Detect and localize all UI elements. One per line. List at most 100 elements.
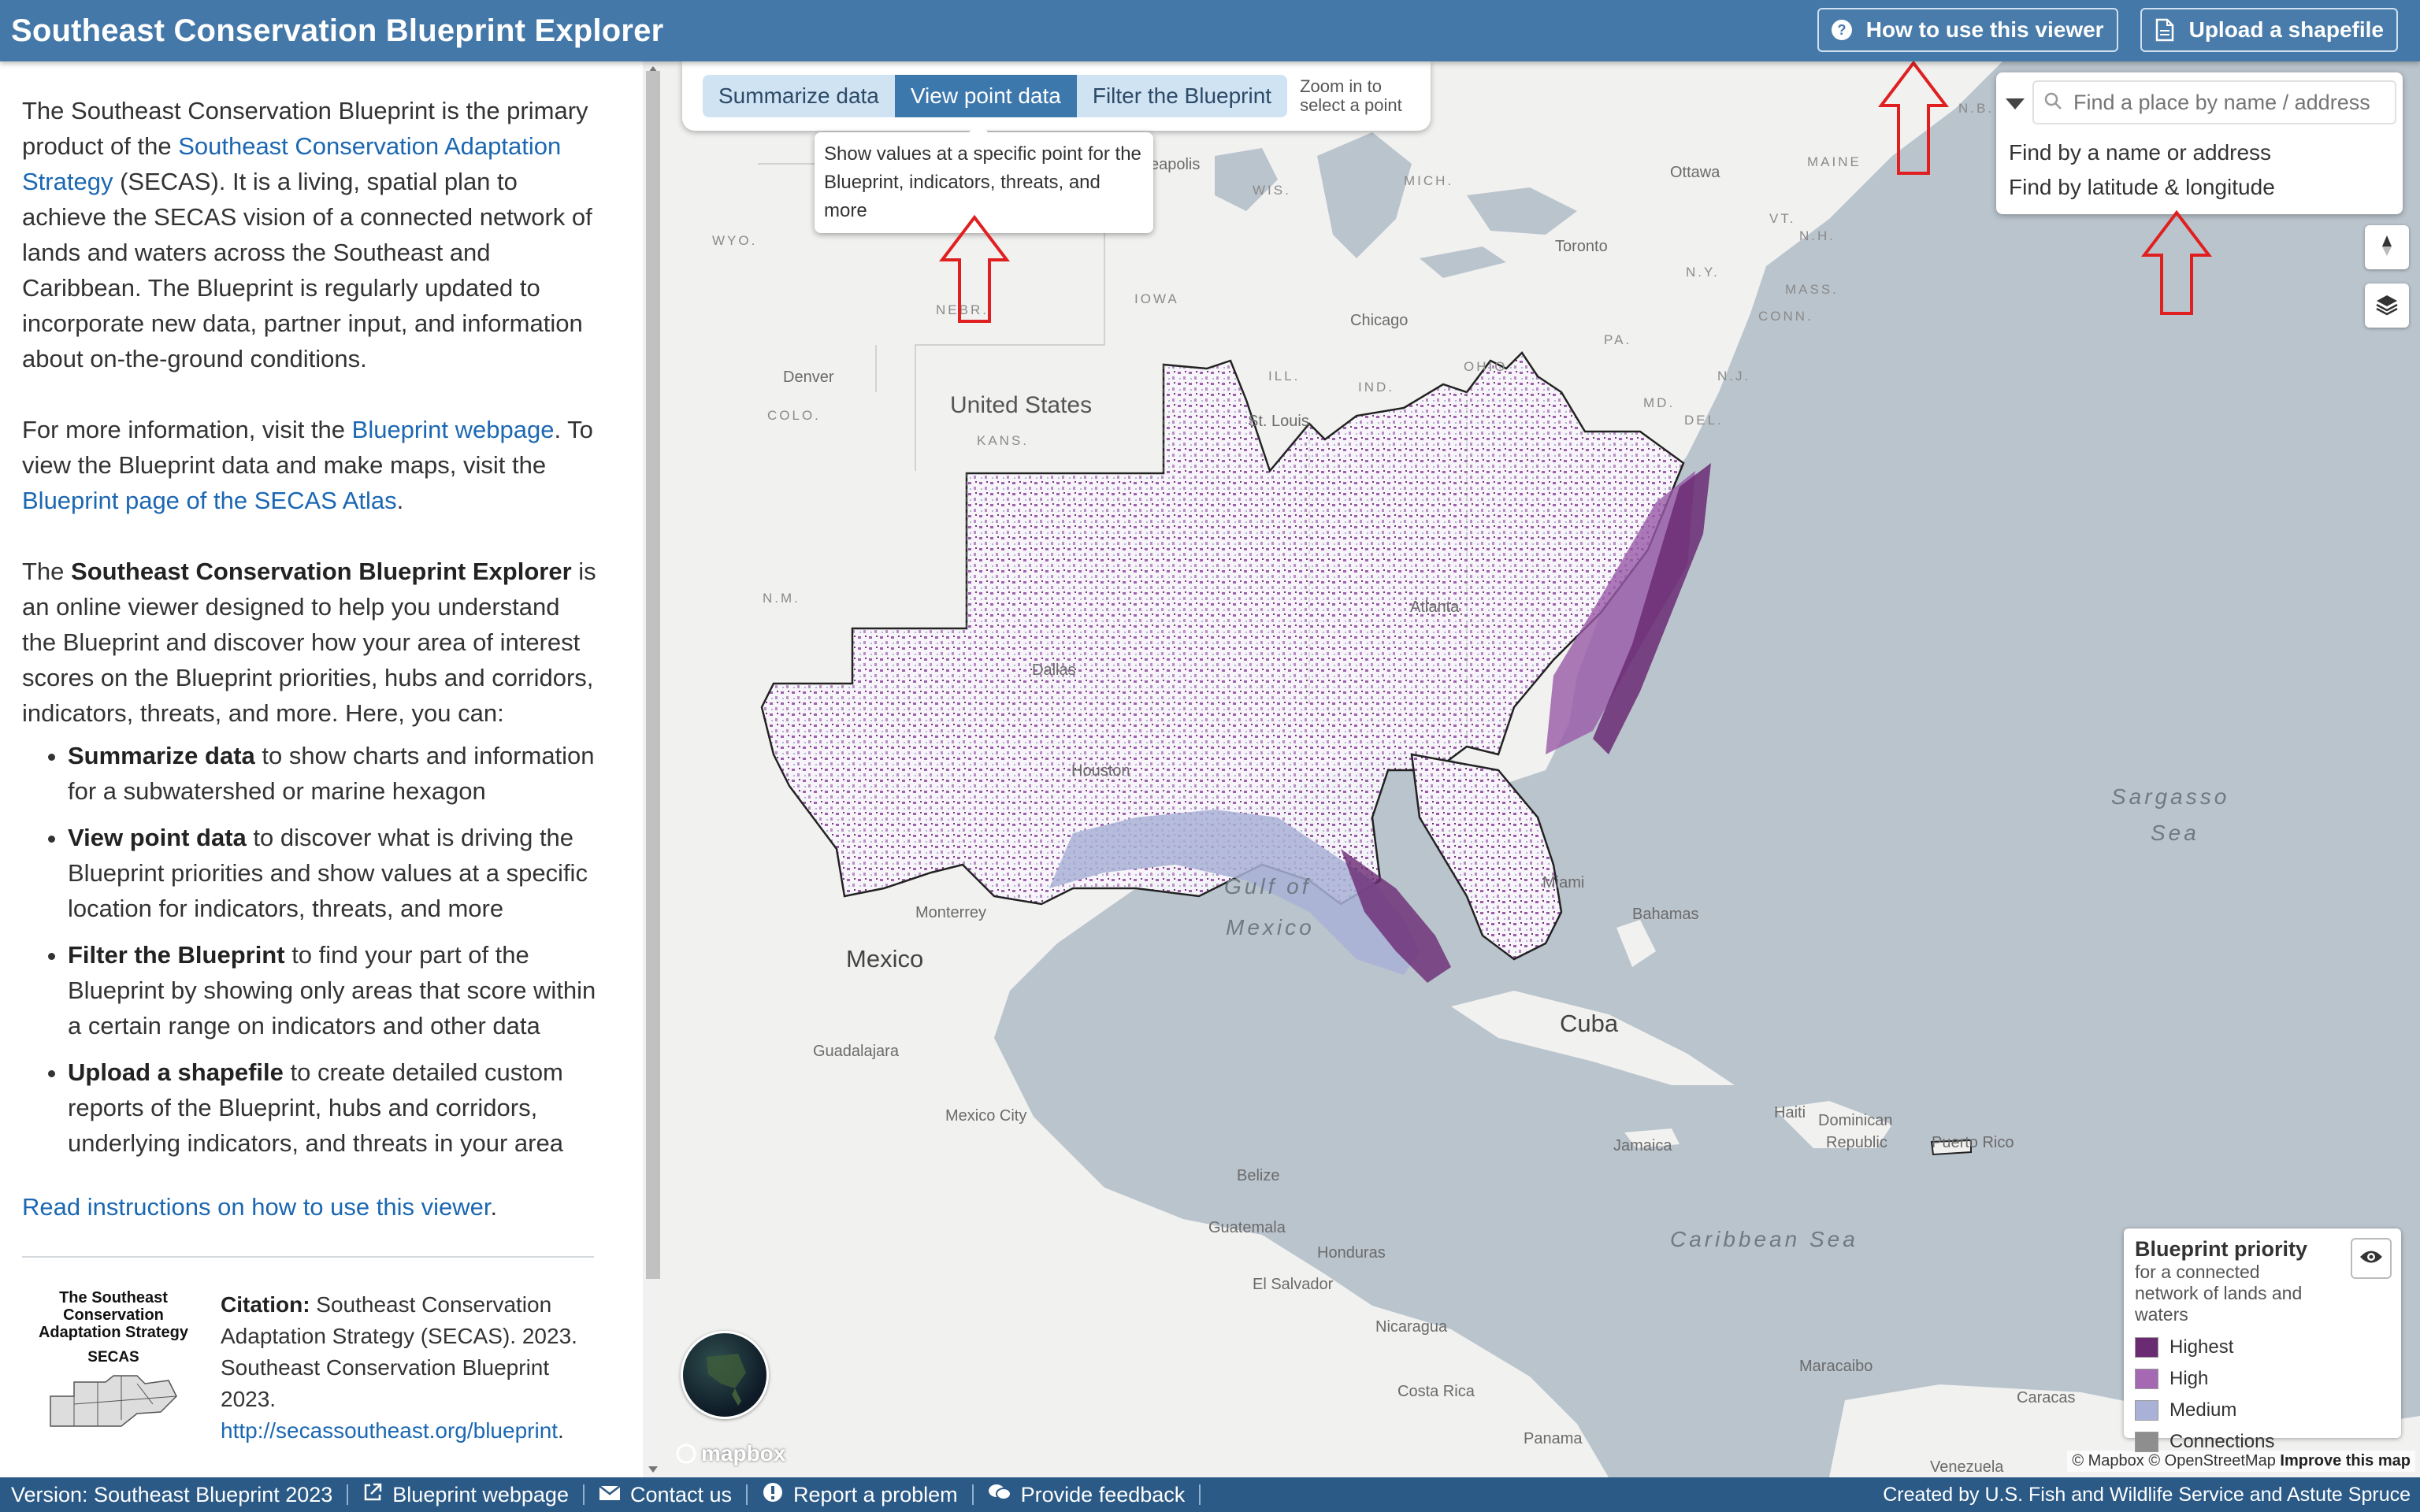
blueprint-webpage-link[interactable]: Blueprint webpage — [352, 416, 555, 443]
map-label-chicago: Chicago — [1350, 312, 1409, 329]
footer: Version: Southeast Blueprint 2023 Bluepr… — [0, 1477, 2420, 1512]
list-item-title: Summarize data — [68, 742, 255, 769]
citation: Citation: Southeast Conservation Adaptat… — [221, 1289, 600, 1447]
chevron-down-icon[interactable] — [2006, 98, 2025, 109]
report-problem-link[interactable]: Report a problem — [762, 1481, 958, 1509]
map-label-houston: Houston — [1071, 762, 1130, 780]
search-box[interactable] — [2032, 80, 2396, 124]
map-label-haiti: Haiti — [1774, 1104, 1806, 1121]
footer-divider — [582, 1484, 585, 1505]
map-label-ind: IND. — [1358, 380, 1394, 395]
upload-shapefile-label: Upload a shapefile — [2188, 17, 2384, 42]
legend-swatch — [2135, 1432, 2158, 1452]
svg-text:?: ? — [1837, 22, 1846, 38]
more-info-paragraph: For more information, visit the Blueprin… — [22, 412, 600, 518]
contact-us-link[interactable]: Contact us — [599, 1483, 732, 1507]
zoom-hint-line-2: select a point — [1300, 95, 1402, 115]
secas-logo-name: The Southeast Conservation Adaptation St… — [38, 1289, 189, 1341]
mapbox-logo-text: mapbox — [701, 1441, 786, 1466]
map-label-conn: CONN. — [1758, 309, 1813, 324]
sidebar-scrollbar[interactable] — [643, 61, 663, 1477]
upload-shapefile-button[interactable]: Upload a shapefile — [2140, 8, 2398, 52]
mapbox-attribution-link[interactable]: © Mapbox — [2072, 1452, 2143, 1469]
footer-divider — [1199, 1484, 1201, 1505]
blueprint-webpage-footer-label: Blueprint webpage — [392, 1482, 569, 1506]
provide-feedback-link[interactable]: Provide feedback — [988, 1483, 1185, 1507]
legend-visibility-toggle[interactable] — [2351, 1238, 2392, 1279]
map-label-st-louis: St. Louis — [1248, 413, 1309, 430]
exclamation-circle-icon — [762, 1481, 784, 1509]
legend-item-label: Medium — [2169, 1399, 2237, 1421]
how-to-use-button[interactable]: ? How to use this viewer — [1817, 8, 2118, 52]
mapbox-logo[interactable]: mapbox — [676, 1441, 785, 1466]
map-label-jamaica: Jamaica — [1613, 1137, 1672, 1154]
map-label-nb: N.B. — [1958, 101, 1995, 116]
list-item: View point data to discover what is driv… — [68, 820, 600, 926]
scrollbar-thumb[interactable] — [646, 71, 660, 1279]
search-options: Find by a name or address Find by latitu… — [1996, 135, 2403, 205]
mode-toolbar: Summarize data View point data Filter th… — [682, 61, 1431, 131]
map-label-dominican-1: Dominican — [1818, 1112, 1893, 1129]
envelope-icon — [599, 1483, 621, 1507]
secas-atlas-link[interactable]: Blueprint page of the SECAS Atlas — [22, 487, 397, 514]
map-label-ohio: OHIO — [1464, 359, 1508, 374]
question-circle-icon: ? — [1830, 18, 1854, 42]
legend-swatch — [2135, 1400, 2158, 1421]
search-input[interactable] — [2073, 90, 2373, 115]
annotation-arrow-icon — [939, 214, 1010, 323]
basemap-toggle[interactable] — [681, 1331, 769, 1419]
search-row — [1996, 72, 2403, 124]
compass-button[interactable] — [2365, 225, 2409, 269]
map-label-nh: N.H. — [1799, 228, 1835, 243]
map-label-maracaibo: Maracaibo — [1799, 1358, 1873, 1375]
southeast-states-map-icon — [50, 1375, 177, 1427]
summarize-data-button[interactable]: Summarize data — [703, 75, 895, 117]
zoom-hint: Zoom in to select a point — [1300, 77, 1402, 115]
legend-item-label: High — [2169, 1368, 2209, 1389]
footer-credit: Created by U.S. Fish and Wildlife Servic… — [1883, 1483, 2411, 1506]
divider — [22, 1256, 594, 1258]
map-label-caribbean: Caribbean Sea — [1670, 1227, 1858, 1251]
map-label-puerto-rico: Puerto Rico — [1932, 1134, 2014, 1151]
secas-logo: The Southeast Conservation Adaptation St… — [22, 1289, 205, 1447]
legend-swatch — [2135, 1369, 2158, 1389]
map-label-nj: N.J. — [1717, 369, 1751, 384]
list-item: Upload a shapefile to create detailed cu… — [68, 1054, 600, 1161]
list-item-title: Upload a shapefile — [68, 1058, 284, 1086]
map-label-cuba: Cuba — [1560, 1010, 1619, 1037]
citation-link[interactable]: http://secassoutheast.org/blueprint — [221, 1418, 558, 1443]
map-label-wis: WIS. — [1253, 183, 1291, 198]
mapbox-icon — [676, 1443, 696, 1464]
layers-button[interactable] — [2365, 284, 2409, 328]
blueprint-webpage-footer-link[interactable]: Blueprint webpage — [362, 1482, 569, 1508]
map-label-nicaragua: Nicaragua — [1375, 1318, 1448, 1336]
map-label-kans: KANS. — [977, 433, 1030, 448]
map-label-monterrey: Monterrey — [915, 904, 987, 921]
scroll-down-arrow[interactable] — [648, 1466, 658, 1473]
app-title: Southeast Conservation Blueprint Explore… — [11, 13, 664, 48]
map-label-el-salvador: El Salvador — [1253, 1276, 1334, 1293]
app-header: Southeast Conservation Blueprint Explore… — [0, 0, 2420, 61]
how-to-use-label: How to use this viewer — [1865, 17, 2104, 42]
filter-blueprint-button[interactable]: Filter the Blueprint — [1076, 75, 1288, 117]
find-by-name-option[interactable]: Find by a name or address — [1996, 135, 2403, 170]
report-problem-label: Report a problem — [793, 1482, 958, 1506]
find-by-latlon-option[interactable]: Find by latitude & longitude — [1996, 170, 2403, 205]
header-buttons: ? How to use this viewer Upload a shapef… — [1817, 8, 2398, 52]
version-label: Version: Southeast Blueprint 2023 — [11, 1483, 332, 1507]
explorer-paragraph: The Southeast Conservation Blueprint Exp… — [22, 554, 600, 731]
feature-list: Summarize data to show charts and inform… — [68, 738, 600, 1161]
legend-subtitle: for a connected network of lands and wat… — [2135, 1262, 2303, 1325]
more-info-text-1: For more information, visit the — [22, 416, 352, 443]
map-label-gulf-1: Gulf of — [1224, 874, 1312, 899]
map-label-venezuela: Venezuela — [1930, 1458, 2004, 1476]
annotation-arrow-icon — [2141, 209, 2212, 315]
zoom-hint-line-1: Zoom in to — [1300, 76, 1382, 96]
map-label-caracas: Caracas — [2017, 1389, 2076, 1406]
map-label-denver: Denver — [783, 369, 834, 386]
map-label-guatemala: Guatemala — [1208, 1219, 1286, 1236]
view-point-data-button[interactable]: View point data — [894, 75, 1077, 117]
read-instructions-link[interactable]: Read instructions on how to use this vie… — [22, 1193, 490, 1221]
comments-icon — [988, 1483, 1011, 1507]
map-label-ottawa: Ottawa — [1670, 164, 1720, 181]
